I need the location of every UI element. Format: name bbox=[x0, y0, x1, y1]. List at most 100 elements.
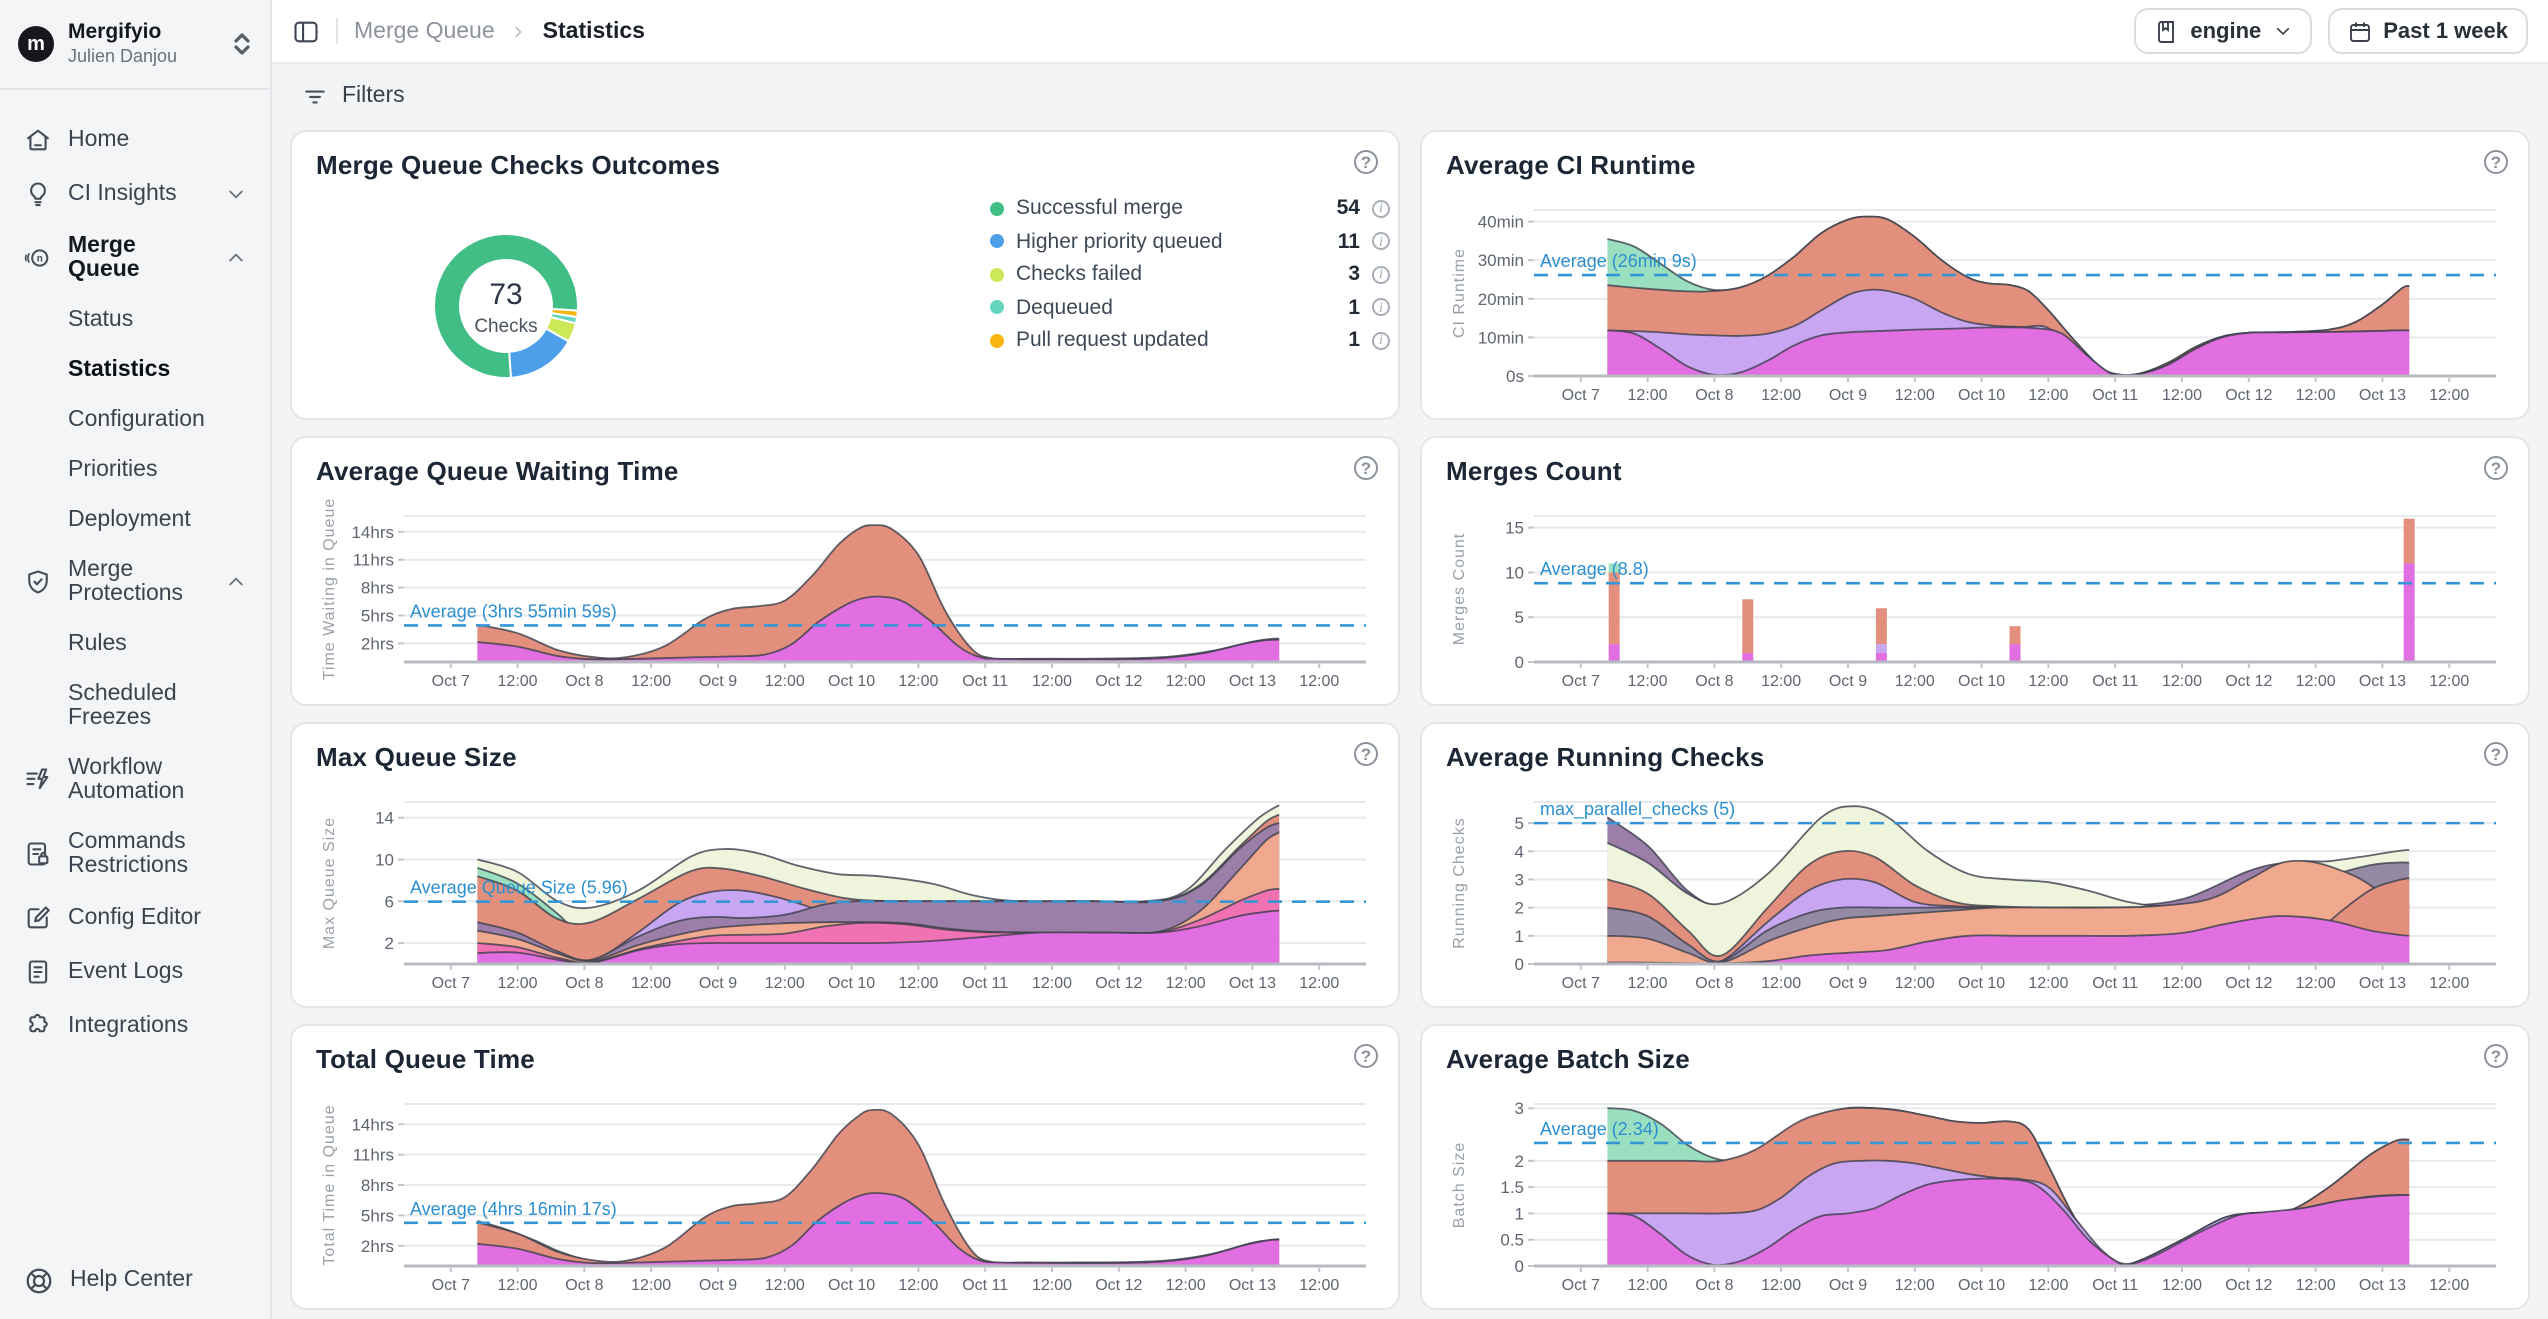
svg-text:12:00: 12:00 bbox=[1166, 673, 1206, 690]
info-icon[interactable]: i bbox=[1372, 233, 1390, 251]
legend-item[interactable]: Higher priority queued11i bbox=[990, 225, 1390, 258]
help-circle-icon[interactable]: ? bbox=[2484, 1044, 2508, 1068]
svg-text:Oct 13: Oct 13 bbox=[2359, 673, 2406, 690]
info-icon[interactable]: i bbox=[1372, 200, 1390, 218]
svg-text:12:00: 12:00 bbox=[2429, 975, 2469, 992]
card-title: Merge Queue Checks Outcomes bbox=[316, 150, 1374, 180]
sidebar-item-status[interactable]: Status bbox=[0, 294, 270, 344]
svg-text:Oct 10: Oct 10 bbox=[1958, 673, 2005, 690]
info-icon[interactable]: i bbox=[1372, 299, 1390, 317]
svg-text:12:00: 12:00 bbox=[498, 1277, 538, 1294]
help-circle-icon[interactable]: ? bbox=[2484, 456, 2508, 480]
legend-item[interactable]: Checks failed3i bbox=[990, 258, 1390, 291]
chevron-updown-icon[interactable] bbox=[232, 32, 252, 56]
card-average-ci-runtime: Average CI Runtime ? 0s10min20min30min40… bbox=[1420, 130, 2530, 420]
svg-text:Oct 7: Oct 7 bbox=[1562, 673, 1600, 690]
sidebar-item-rules[interactable]: Rules bbox=[0, 618, 270, 668]
sidebar-nav: Home CI Insights nMerge QueueStatusStatist… bbox=[0, 90, 270, 1241]
legend-item[interactable]: Pull request updated1i bbox=[990, 324, 1390, 357]
svg-text:max_parallel_checks (5): max_parallel_checks (5) bbox=[1540, 799, 1735, 820]
svg-text:12:00: 12:00 bbox=[1166, 1277, 1206, 1294]
sidebar-item-label: CI Insights bbox=[68, 181, 177, 205]
breadcrumb-merge-queue[interactable]: Merge Queue bbox=[354, 19, 495, 43]
sidebar-toggle-icon[interactable] bbox=[292, 17, 320, 45]
commands-icon bbox=[24, 839, 52, 867]
workflow-icon bbox=[24, 765, 52, 793]
help-center-label: Help Center bbox=[70, 1268, 193, 1292]
svg-text:12:00: 12:00 bbox=[765, 975, 805, 992]
area-chart: 261014Oct 712:00Oct 812:00Oct 912:00Oct … bbox=[316, 776, 1374, 998]
svg-text:5: 5 bbox=[1515, 814, 1524, 833]
sidebar-item-commands-restrictions[interactable]: Commands Restrictions bbox=[0, 816, 270, 890]
svg-text:12:00: 12:00 bbox=[2296, 975, 2336, 992]
legend-item[interactable]: Successful merge54i bbox=[990, 192, 1390, 225]
svg-text:Oct 10: Oct 10 bbox=[1958, 975, 2005, 992]
sidebar-item-statistics[interactable]: Statistics bbox=[0, 344, 270, 394]
legend-count: 54 bbox=[1337, 197, 1360, 221]
sidebar-item-scheduled-freezes[interactable]: Scheduled Freezes bbox=[0, 668, 270, 742]
repository-select[interactable]: engine bbox=[2134, 8, 2311, 54]
svg-text:Oct 9: Oct 9 bbox=[1829, 673, 1867, 690]
chevron-down-icon bbox=[226, 183, 246, 203]
sidebar-item-label: Workflow Automation bbox=[68, 755, 246, 803]
sidebar-item-config-editor[interactable]: Config Editor bbox=[0, 890, 270, 944]
svg-text:Merges Count: Merges Count bbox=[1451, 533, 1468, 646]
help-circle-icon[interactable]: ? bbox=[2484, 742, 2508, 766]
svg-text:12:00: 12:00 bbox=[1032, 1277, 1072, 1294]
info-icon[interactable]: i bbox=[1372, 266, 1390, 284]
help-circle-icon[interactable]: ? bbox=[1354, 1044, 1378, 1068]
sidebar-item-home[interactable]: Home bbox=[0, 112, 270, 166]
filters-button[interactable]: Filters bbox=[272, 74, 2548, 118]
help-circle-icon[interactable]: ? bbox=[2484, 150, 2508, 174]
legend-item[interactable]: Dequeued1i bbox=[990, 291, 1390, 324]
sidebar-item-ci-insights[interactable]: CI Insights bbox=[0, 166, 270, 220]
sidebar-item-deployment[interactable]: Deployment bbox=[0, 494, 270, 544]
sidebar-item-priorities[interactable]: Priorities bbox=[0, 444, 270, 494]
card-average-running-checks: Average Running Checks ? 012345Oct 712:0… bbox=[1420, 722, 2530, 1008]
svg-text:0: 0 bbox=[1515, 955, 1524, 974]
org-switcher[interactable]: m Mergifyio Julien Danjou bbox=[0, 0, 270, 90]
svg-text:Average (26min 9s): Average (26min 9s) bbox=[1540, 251, 1697, 271]
svg-text:12:00: 12:00 bbox=[2296, 387, 2336, 404]
svg-text:8hrs: 8hrs bbox=[361, 1176, 394, 1195]
topbar-divider bbox=[336, 18, 338, 44]
svg-text:Checks: Checks bbox=[474, 316, 537, 337]
svg-text:10min: 10min bbox=[1478, 328, 1524, 347]
lifebuoy-icon bbox=[24, 1265, 54, 1295]
sidebar: m Mergifyio Julien Danjou Home CI Insight… bbox=[0, 0, 272, 1319]
sidebar-item-merge-queue[interactable]: nMerge Queue bbox=[0, 220, 270, 294]
svg-text:12:00: 12:00 bbox=[1895, 387, 1935, 404]
svg-text:1: 1 bbox=[1515, 927, 1524, 946]
card-title: Total Queue Time bbox=[316, 1044, 1374, 1074]
svg-text:12:00: 12:00 bbox=[1628, 387, 1668, 404]
svg-text:12:00: 12:00 bbox=[2162, 387, 2202, 404]
repository-select-label: engine bbox=[2190, 19, 2261, 43]
help-circle-icon[interactable]: ? bbox=[1354, 742, 1378, 766]
sidebar-item-label: Configuration bbox=[68, 407, 205, 431]
sidebar-item-configuration[interactable]: Configuration bbox=[0, 394, 270, 444]
info-icon[interactable]: i bbox=[1372, 332, 1390, 350]
help-center-link[interactable]: Help Center bbox=[0, 1241, 270, 1319]
card-merges-count: Merges Count ? 051015Oct 712:00Oct 812:0… bbox=[1420, 436, 2530, 706]
sidebar-item-event-logs[interactable]: Event Logs bbox=[0, 944, 270, 998]
svg-text:Oct 9: Oct 9 bbox=[1829, 975, 1867, 992]
sidebar-item-merge-protections[interactable]: Merge Protections bbox=[0, 544, 270, 618]
svg-text:6: 6 bbox=[385, 892, 394, 911]
sidebar-item-label: Home bbox=[68, 127, 129, 151]
sidebar-item-workflow-automation[interactable]: Workflow Automation bbox=[0, 742, 270, 816]
svg-text:Oct 9: Oct 9 bbox=[699, 673, 737, 690]
svg-text:Average Queue Size (5.96): Average Queue Size (5.96) bbox=[410, 878, 628, 898]
time-range-button[interactable]: Past 1 week bbox=[2327, 8, 2528, 54]
svg-text:12:00: 12:00 bbox=[2162, 673, 2202, 690]
card-title: Average Batch Size bbox=[1446, 1044, 2504, 1074]
legend-color-dot bbox=[990, 235, 1004, 249]
card-average-queue-waiting-time: Average Queue Waiting Time ? 2hrs5hrs8hr… bbox=[290, 436, 1400, 706]
svg-text:Oct 12: Oct 12 bbox=[1095, 975, 1142, 992]
help-circle-icon[interactable]: ? bbox=[1354, 456, 1378, 480]
svg-text:12:00: 12:00 bbox=[2028, 975, 2068, 992]
svg-text:Oct 10: Oct 10 bbox=[828, 1277, 875, 1294]
org-name: Mergifyio bbox=[68, 20, 177, 46]
svg-text:Oct 8: Oct 8 bbox=[565, 975, 603, 992]
help-circle-icon[interactable]: ? bbox=[1354, 150, 1378, 174]
sidebar-item-integrations[interactable]: Integrations bbox=[0, 998, 270, 1052]
